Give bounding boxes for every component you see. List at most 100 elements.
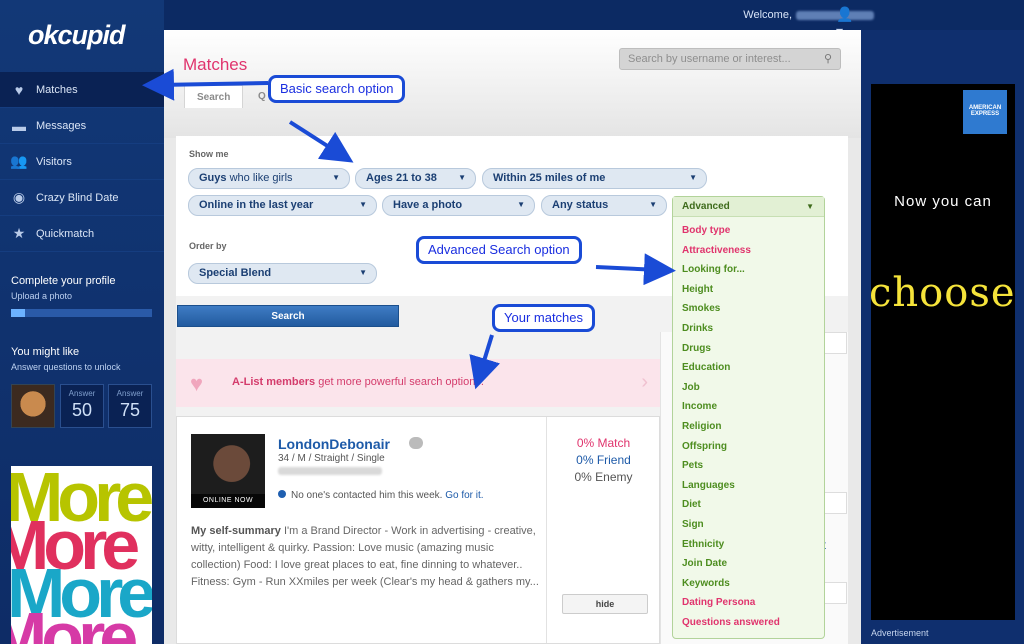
advanced-menu-item[interactable]: Keywords bbox=[682, 578, 730, 589]
annotation-advanced-search: Advanced Search option bbox=[416, 236, 582, 264]
gender-filter-value: Guys bbox=[199, 172, 227, 184]
advanced-menu-item[interactable]: Join Date bbox=[682, 558, 727, 569]
advanced-menu-item[interactable]: Sign bbox=[682, 519, 704, 530]
hide-button[interactable]: hide bbox=[562, 594, 648, 614]
left-ad-banner[interactable]: More More More More bbox=[11, 466, 152, 644]
ad-word: More bbox=[11, 598, 138, 644]
amex-logo: AMERICAN EXPRESS bbox=[963, 90, 1007, 134]
show-me-label: Show me bbox=[189, 149, 229, 159]
upload-photo-link[interactable]: Upload a photo bbox=[11, 291, 116, 301]
chat-icon: ▬ bbox=[12, 117, 26, 134]
you-might-like-title: You might like bbox=[11, 346, 80, 358]
answer-box[interactable]: Answer 75 bbox=[108, 384, 152, 428]
gender-filter-suffix: who like girls bbox=[229, 172, 293, 184]
answer-label: Answer bbox=[116, 389, 144, 398]
sidebar-item-crazy-blind-date[interactable]: ◉ Crazy Blind Date bbox=[0, 180, 164, 216]
distance-filter-value: Within 25 miles of me bbox=[493, 172, 606, 184]
sidebar-item-label: Visitors bbox=[36, 155, 72, 168]
alist-banner[interactable]: ♥ A-List members get more powerful searc… bbox=[176, 359, 660, 407]
profile-photo[interactable]: ONLINE NOW bbox=[191, 434, 265, 508]
advanced-menu-item[interactable]: Height bbox=[682, 284, 713, 295]
sidebar-nav: ♥ Matches ▬ Messages 👥 Visitors ◉ Crazy Blin… bbox=[0, 72, 164, 252]
advanced-menu-item[interactable]: Diet bbox=[682, 499, 701, 510]
contact-status-text: No one's contacted him this week. bbox=[291, 490, 443, 501]
advanced-menu-item[interactable]: Drugs bbox=[682, 343, 711, 354]
you-might-like: You might like Answer questions to unlock bbox=[11, 346, 121, 372]
sidebar-item-matches[interactable]: ♥ Matches bbox=[0, 72, 164, 108]
chevron-down-icon: ▼ bbox=[517, 200, 525, 209]
advanced-menu-item[interactable]: Education bbox=[682, 362, 730, 373]
contact-status: No one's contacted him this week. Go for… bbox=[278, 490, 484, 501]
user-icon[interactable]: 👤▾ bbox=[836, 6, 856, 39]
advanced-menu-item[interactable]: Income bbox=[682, 401, 717, 412]
photo-filter-value: Have a photo bbox=[393, 199, 463, 211]
go-for-it-link[interactable]: Go for it. bbox=[445, 490, 483, 501]
ad-headline: Now you can bbox=[894, 193, 992, 210]
advanced-menu-item[interactable]: Dating Persona bbox=[682, 597, 755, 608]
advanced-menu-item[interactable]: Pets bbox=[682, 460, 703, 471]
chat-bubble-icon[interactable] bbox=[409, 437, 423, 449]
online-filter[interactable]: Online in the last year ▼ bbox=[188, 195, 377, 216]
okcupid-logo[interactable]: okcupid bbox=[28, 20, 126, 51]
advanced-menu-item[interactable]: Looking for... bbox=[682, 264, 745, 275]
advanced-menu-item[interactable]: Ethnicity bbox=[682, 539, 724, 550]
advanced-menu-item[interactable]: Drinks bbox=[682, 323, 713, 334]
chevron-down-icon: ▼ bbox=[359, 268, 367, 277]
complete-profile[interactable]: Complete your profile Upload a photo bbox=[11, 275, 116, 301]
profile-progress-bar bbox=[11, 309, 152, 317]
redacted-location bbox=[278, 467, 382, 475]
answer-box[interactable]: Answer 50 bbox=[60, 384, 104, 428]
sidebar-item-messages[interactable]: ▬ Messages bbox=[0, 108, 164, 144]
chevron-right-icon[interactable]: › bbox=[641, 371, 648, 394]
username-link[interactable]: LondonDebonair bbox=[278, 436, 390, 452]
advanced-menu-item[interactable]: Attractiveness bbox=[682, 245, 751, 256]
status-filter[interactable]: Any status ▼ bbox=[541, 195, 667, 216]
ad-choose-text: choose bbox=[869, 270, 1016, 316]
sidebar-item-visitors[interactable]: 👥 Visitors bbox=[0, 144, 164, 180]
advanced-menu-item[interactable]: Body type bbox=[682, 225, 730, 236]
annotation-your-matches: Your matches bbox=[492, 304, 596, 332]
sidebar-item-quickmatch[interactable]: ★ Quickmatch bbox=[0, 216, 164, 252]
profile-meta: 34 / M / Straight / Single bbox=[278, 453, 385, 464]
answer-count: 75 bbox=[119, 400, 141, 420]
search-button[interactable]: Search bbox=[177, 305, 399, 327]
match-card: ONLINE NOW LondonDebonair 34 / M / Strai… bbox=[176, 416, 660, 644]
advanced-menu-item[interactable]: Questions answered bbox=[682, 617, 780, 628]
search-icon[interactable]: ⚲ bbox=[824, 52, 832, 65]
order-by-value: Special Blend bbox=[199, 267, 272, 279]
match-percent: 0% Match bbox=[576, 436, 631, 450]
gender-filter[interactable]: Guys who like girls ▼ bbox=[188, 168, 350, 189]
distance-filter[interactable]: Within 25 miles of me ▼ bbox=[482, 168, 707, 189]
search-input[interactable]: Search by username or interest... ⚲ bbox=[619, 48, 841, 70]
status-dot-icon bbox=[278, 490, 286, 498]
chevron-down-icon: ▼ bbox=[689, 173, 697, 182]
redacted-username bbox=[796, 10, 874, 20]
heart-search-icon: ♥ bbox=[190, 371, 204, 396]
photo-filter[interactable]: Have a photo ▼ bbox=[382, 195, 535, 216]
advanced-menu-item[interactable]: Religion bbox=[682, 421, 721, 432]
alist-description: get more powerful search options. bbox=[318, 376, 484, 388]
advanced-dropdown[interactable]: Advanced ▼ Body type Attractiveness Looking… bbox=[672, 196, 825, 639]
tab-search[interactable]: Search bbox=[184, 85, 244, 108]
age-filter-value: Ages 21 to 38 bbox=[366, 172, 437, 184]
progress-fill bbox=[11, 309, 26, 317]
right-ad-banner[interactable]: AMERICAN EXPRESS Now you can choose bbox=[869, 84, 1016, 620]
answer-label: Answer bbox=[68, 389, 96, 398]
chevron-down-icon: ▼ bbox=[359, 200, 367, 209]
advanced-menu-item[interactable]: Languages bbox=[682, 480, 735, 491]
avatar[interactable] bbox=[11, 384, 55, 428]
age-filter[interactable]: Ages 21 to 38 ▼ bbox=[355, 168, 476, 189]
advanced-dropdown-header[interactable]: Advanced ▼ bbox=[673, 197, 824, 217]
sidebar-item-label: Matches bbox=[36, 83, 78, 96]
advanced-menu-item[interactable]: Job bbox=[682, 382, 700, 393]
answer-count: 50 bbox=[71, 400, 93, 420]
page-title: Matches bbox=[183, 55, 248, 74]
order-by-select[interactable]: Special Blend ▼ bbox=[188, 263, 377, 284]
heart-icon: ♥ bbox=[14, 81, 24, 98]
online-now-badge: ONLINE NOW bbox=[191, 494, 265, 508]
friend-percent: 0% Friend bbox=[576, 453, 631, 467]
advanced-menu-item[interactable]: Offspring bbox=[682, 441, 727, 452]
advanced-menu-item[interactable]: Smokes bbox=[682, 303, 720, 314]
status-filter-value: Any status bbox=[552, 199, 609, 211]
search-placeholder: Search by username or interest... bbox=[628, 53, 791, 65]
